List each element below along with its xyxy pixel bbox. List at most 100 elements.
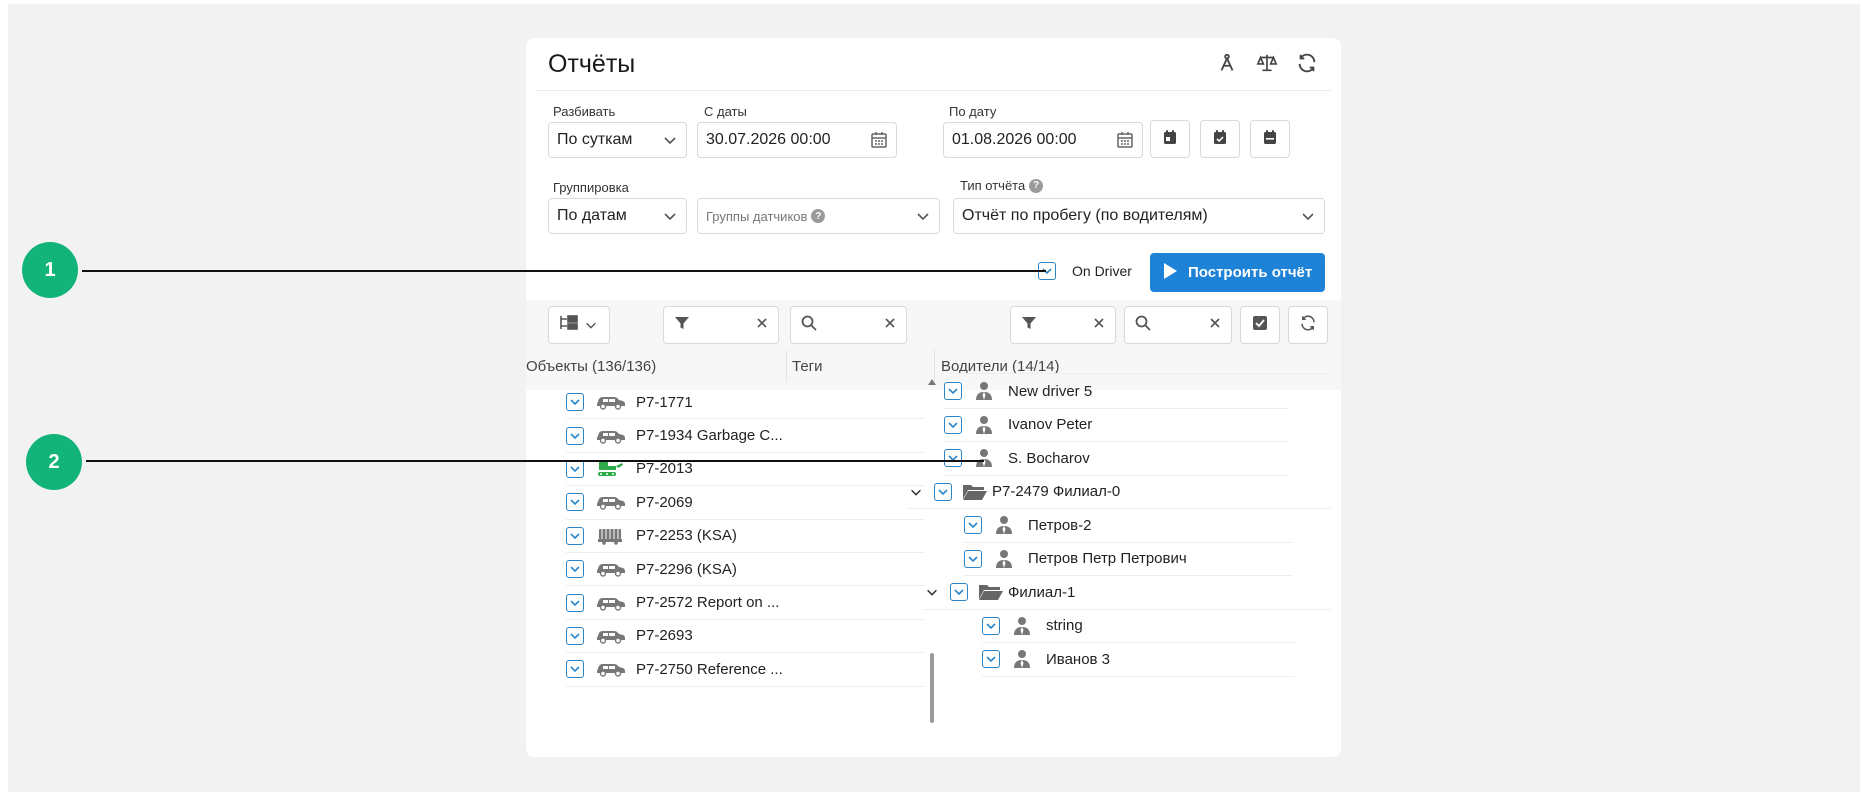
item-label: P7-2253 (KSA) <box>636 527 737 545</box>
filter-icon <box>1021 315 1037 336</box>
select-all-button[interactable] <box>1240 306 1280 344</box>
grouping-select[interactable]: По датам <box>548 198 687 234</box>
tree-item[interactable]: string <box>982 610 1295 643</box>
build-report-label: Построить отчёт <box>1188 264 1313 281</box>
sensor-groups-placeholder-text: Группы датчиков <box>706 208 808 224</box>
calendar-icon[interactable] <box>1116 131 1134 149</box>
list-item[interactable]: P7-2572 Report on ... <box>566 586 924 620</box>
reload-list-button[interactable] <box>1288 306 1328 344</box>
compass-icon[interactable] <box>1214 50 1240 76</box>
list-item[interactable]: P7-2013 <box>566 453 924 487</box>
month-button[interactable] <box>1250 120 1290 158</box>
item-checkbox[interactable] <box>982 616 1000 635</box>
item-checkbox[interactable] <box>566 526 584 545</box>
item-checkbox[interactable] <box>944 449 962 468</box>
driver-label: string <box>1046 617 1083 635</box>
tree-item[interactable]: S. Bocharov <box>944 442 1289 476</box>
to-date-label: По дату <box>949 104 997 119</box>
build-report-button[interactable]: Построить отчёт <box>1150 253 1325 292</box>
chevron-down-icon <box>662 132 678 148</box>
list-item[interactable]: P7-2750 Reference ... <box>566 653 924 687</box>
objects-column-header[interactable]: Объекты (136/136) <box>526 358 776 375</box>
item-checkbox[interactable] <box>944 415 962 434</box>
refresh-icon[interactable] <box>1294 50 1320 76</box>
scrollbar-thumb[interactable] <box>930 653 934 723</box>
today-button[interactable] <box>1150 120 1190 158</box>
item-label: P7-2693 <box>636 627 693 645</box>
item-checkbox[interactable] <box>934 482 952 501</box>
driver-label: S. Bocharov <box>1008 449 1090 467</box>
chevron-down-icon <box>583 317 599 333</box>
objects-filter-input[interactable] <box>663 306 779 344</box>
split-select[interactable]: По суткам <box>548 122 687 158</box>
objects-search-input[interactable] <box>790 306 907 344</box>
drivers-filter-input[interactable] <box>1010 306 1116 344</box>
car-icon <box>594 560 626 578</box>
list-item[interactable]: P7-2693 <box>566 620 924 654</box>
sensor-groups-select[interactable]: Группы датчиков ? <box>697 198 940 234</box>
help-icon[interactable]: ? <box>811 209 826 223</box>
header-divider <box>536 90 1331 91</box>
item-checkbox[interactable] <box>964 549 982 568</box>
item-checkbox[interactable] <box>566 660 584 679</box>
drivers-search-input[interactable] <box>1124 306 1232 344</box>
tree-group[interactable]: P7-2479 Филиал-0 <box>908 476 1331 509</box>
help-icon[interactable]: ? <box>1029 178 1044 193</box>
item-checkbox[interactable] <box>566 393 584 412</box>
tags-column-header[interactable]: Теги <box>792 358 823 375</box>
item-checkbox[interactable] <box>982 650 1000 669</box>
folder-open-icon <box>978 582 1004 602</box>
group-label: P7-2479 Филиал-0 <box>992 483 1121 501</box>
callout-2-leader <box>86 460 984 462</box>
item-checkbox[interactable] <box>566 426 584 445</box>
clear-icon[interactable] <box>756 316 768 334</box>
tree-item[interactable]: Петров Петр Петрович <box>964 543 1293 576</box>
scroll-up-arrow[interactable] <box>928 379 936 385</box>
item-checkbox[interactable] <box>950 583 968 602</box>
item-checkbox[interactable] <box>566 593 584 612</box>
page-title: Отчёты <box>548 50 636 78</box>
report-type-label: Тип отчёта ? <box>960 178 1044 193</box>
report-type-select[interactable]: Отчёт по пробегу (по водителям) <box>953 198 1325 234</box>
group-label: Филиал-1 <box>1008 583 1076 601</box>
item-checkbox[interactable] <box>566 459 584 478</box>
reports-panel: Отчёты Разбивать С даты По дату По сутка… <box>526 38 1341 757</box>
tree-item[interactable]: New driver 5 <box>944 375 1289 409</box>
calendar-icon[interactable] <box>870 131 888 149</box>
chevron-down-icon[interactable] <box>908 484 924 500</box>
scales-icon[interactable] <box>1254 50 1280 76</box>
callout-1-leader <box>82 270 1046 272</box>
item-checkbox[interactable] <box>566 560 584 579</box>
list-item[interactable]: P7-1934 Garbage C... <box>566 419 924 453</box>
car-icon <box>594 393 626 411</box>
tree-item[interactable]: Ivanov Peter <box>944 409 1289 442</box>
week-button[interactable] <box>1200 120 1240 158</box>
list-item[interactable]: P7-1771 <box>566 386 924 420</box>
on-driver-toggle[interactable]: On Driver <box>1038 262 1132 280</box>
callout-2: 2 <box>26 434 82 490</box>
item-label: P7-2296 (KSA) <box>636 560 737 578</box>
chevron-down-icon[interactable] <box>924 584 940 600</box>
grouping-select-value: По датам <box>557 207 627 224</box>
from-date-input[interactable]: 30.07.2026 00:00 <box>697 122 897 158</box>
clear-icon[interactable] <box>1093 316 1105 334</box>
item-checkbox[interactable] <box>566 493 584 512</box>
tree-item[interactable]: Иванов 3 <box>982 643 1295 677</box>
item-checkbox[interactable] <box>944 382 962 401</box>
tree-item[interactable]: Петров-2 <box>964 509 1293 543</box>
list-item[interactable]: P7-2296 (KSA) <box>566 553 924 587</box>
clear-icon[interactable] <box>884 316 896 334</box>
grouping-label: Группировка <box>553 180 629 195</box>
tree-view-select[interactable] <box>548 306 610 344</box>
list-item[interactable]: P7-2253 (KSA) <box>566 520 924 553</box>
folder-open-icon <box>962 482 988 502</box>
tree-group[interactable]: Филиал-1 <box>924 576 1331 610</box>
car-icon <box>594 627 626 645</box>
to-date-input[interactable]: 01.08.2026 00:00 <box>943 122 1143 158</box>
item-checkbox[interactable] <box>964 516 982 535</box>
list-item[interactable]: P7-2069 <box>566 486 924 520</box>
driver-icon <box>974 381 994 401</box>
search-icon <box>801 315 817 336</box>
item-checkbox[interactable] <box>566 626 584 645</box>
clear-icon[interactable] <box>1209 316 1221 334</box>
